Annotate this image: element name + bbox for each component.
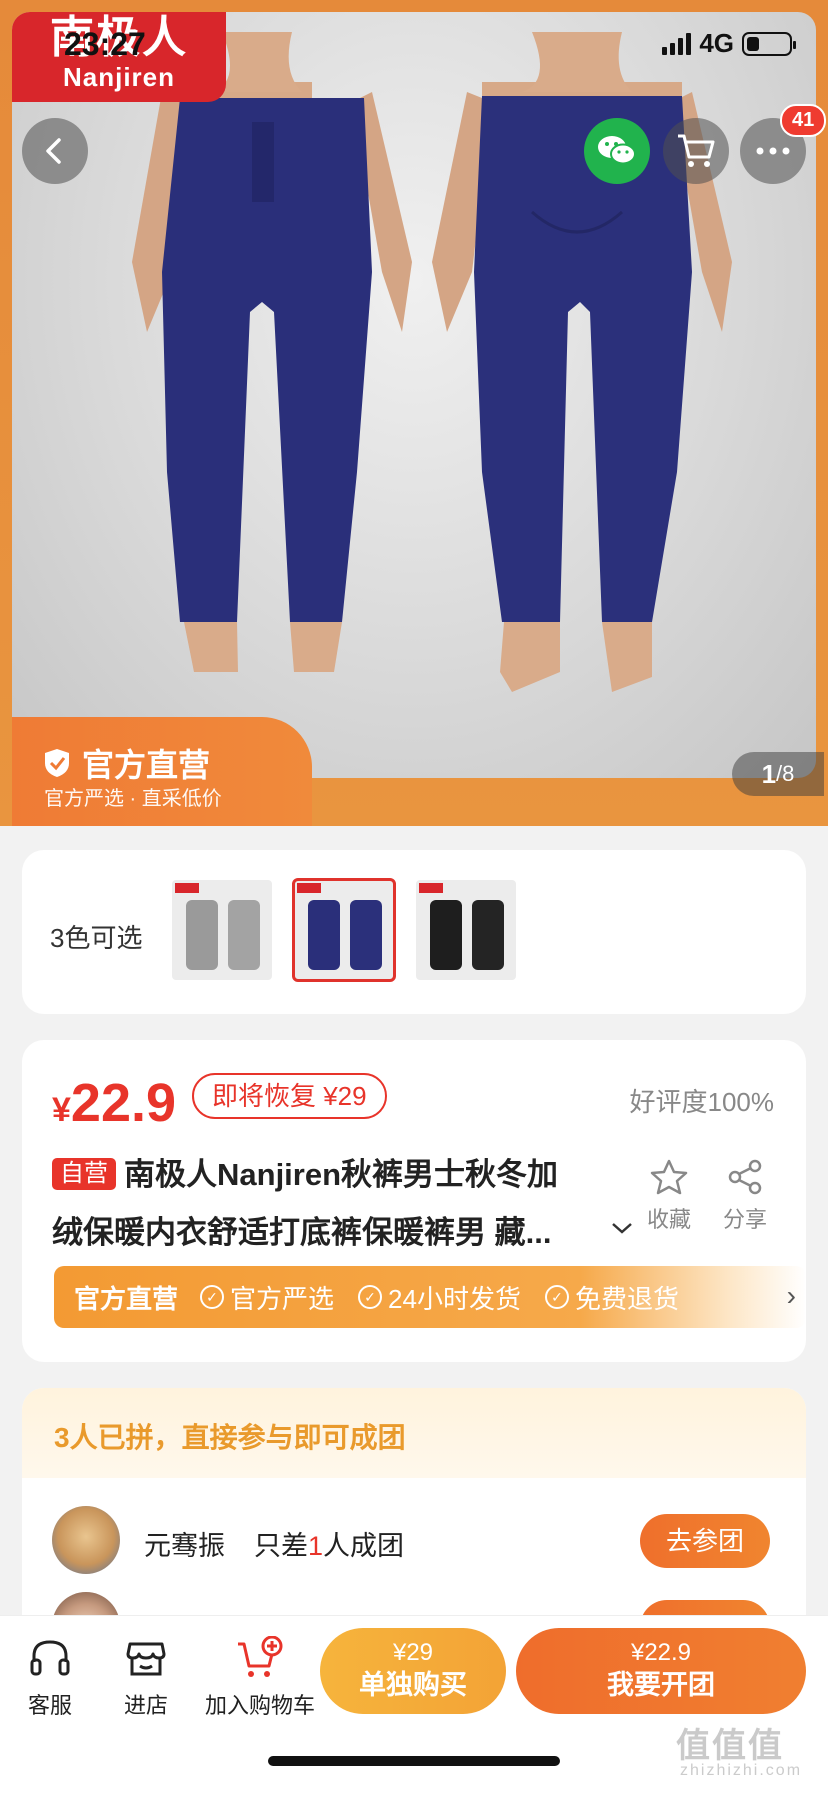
start-group-button[interactable]: ¥22.9 我要开团: [516, 1628, 806, 1714]
price-symbol: ¥: [52, 1091, 71, 1129]
chevron-down-icon[interactable]: [610, 1220, 634, 1236]
check-circle-icon: ✓: [544, 1285, 569, 1309]
check-circle-icon: ✓: [200, 1285, 225, 1309]
product-title[interactable]: 自营 南极人Nanjiren秋裤男士秋冬加 绒保暖内衣舒适打底裤保暖裤男 藏...: [52, 1146, 632, 1262]
color-swatch-navy[interactable]: [292, 878, 396, 982]
buy-alone-price: ¥29: [392, 1639, 434, 1666]
home-indicator: [268, 1756, 560, 1766]
share-icon: [728, 1159, 762, 1195]
product-title-line1: 南极人Nanjiren秋裤男士秋冬加: [124, 1157, 559, 1192]
share-button[interactable]: 分享: [710, 1158, 780, 1234]
watermark: 值值值: [676, 1727, 784, 1765]
buy-alone-button[interactable]: ¥29 单独购买: [320, 1628, 506, 1714]
pager-total: /8: [776, 761, 795, 786]
favorite-button[interactable]: 收藏: [634, 1158, 704, 1234]
store-label: 进店: [123, 1693, 168, 1718]
service-item: ✓ 免费退货: [544, 1279, 679, 1316]
product-info-card: ¥22.9 即将恢复 ¥29 好评度100% 自营 南极人Nanjiren秋裤男士…: [22, 1040, 806, 1362]
group-leader-name: 元骞振: [144, 1531, 225, 1561]
group-buy-header: 3人已拼，直接参与即可成团: [22, 1388, 806, 1478]
buy-alone-label: 单独购买: [359, 1670, 467, 1700]
share-label: 分享: [722, 1207, 767, 1232]
service-main-label: 官方直营: [74, 1283, 179, 1314]
status-indicators: 4G: [662, 28, 796, 59]
cart-button[interactable]: [663, 118, 729, 184]
service-item: ✓ 24小时发货: [358, 1279, 521, 1316]
group-need-text: 只差1人成团: [254, 1531, 405, 1561]
back-button[interactable]: [22, 118, 88, 184]
service-item: ✓ 官方严选: [200, 1279, 334, 1316]
start-group-price: ¥22.9: [630, 1639, 692, 1666]
favorite-label: 收藏: [646, 1207, 691, 1232]
back-icon: [46, 138, 61, 164]
start-group-label: 我要开团: [607, 1670, 715, 1700]
star-icon: [650, 1159, 688, 1195]
chevron-right-icon: ›: [786, 1280, 796, 1311]
watermark-url: zhizhizhi.com: [680, 1762, 803, 1779]
official-subtitle: 官方严选 · 直采低价: [44, 788, 222, 810]
product-title-line2: 绒保暖内衣舒适打底裤保暖裤男 藏...: [52, 1215, 552, 1250]
battery-icon: [742, 31, 796, 56]
rating-text: 好评度100%: [629, 1087, 775, 1117]
pager-current: 1: [761, 758, 777, 789]
color-selector-card: 3色可选: [22, 850, 806, 1014]
official-title-text: 官方直营: [82, 747, 211, 783]
store-icon: [126, 1642, 166, 1676]
add-cart-icon: [238, 1636, 283, 1677]
official-title: 官方直营: [42, 740, 210, 786]
brand-name-en: Nanjiren: [62, 62, 176, 92]
more-icon: [756, 147, 790, 155]
add-to-cart-button[interactable]: 加入购物车: [200, 1636, 320, 1720]
color-swatch-grey[interactable]: [172, 880, 272, 980]
service-guarantee-bar[interactable]: 官方直营 ✓ 官方严选 ✓ 24小时发货 ✓ 免费退货 ›: [54, 1266, 806, 1328]
product-gallery[interactable]: 南极人 Nanjiren 23:27 4G 41 官方直营 官方严选 · 直采低…: [0, 0, 828, 826]
color-swatch-black[interactable]: [416, 880, 516, 980]
shield-check-icon: [45, 749, 69, 777]
status-time: 23:27: [64, 26, 146, 62]
headset-icon: [30, 1640, 70, 1676]
color-count-label: 3色可选: [50, 923, 143, 953]
wechat-icon: [598, 136, 636, 165]
avatar: [52, 1506, 120, 1574]
image-pager: 1 /8: [732, 752, 824, 796]
customer-service-button[interactable]: 客服: [20, 1636, 80, 1720]
check-circle-icon: ✓: [358, 1285, 383, 1309]
add-to-cart-label: 加入购物车: [204, 1693, 315, 1718]
cart-count-badge: 41: [780, 104, 827, 137]
join-group-button[interactable]: 去参团: [640, 1514, 770, 1568]
price-restore-tag: 即将恢复 ¥29: [192, 1073, 387, 1119]
network-type: 4G: [699, 28, 734, 58]
group-row: 元骞振 只差1人成团 去参团: [22, 1506, 806, 1586]
signal-icon: [662, 32, 692, 55]
cart-icon: [678, 134, 715, 167]
customer-service-label: 客服: [27, 1693, 72, 1718]
wechat-share-button[interactable]: [584, 118, 650, 184]
store-button[interactable]: 进店: [116, 1636, 176, 1720]
current-price: ¥22.9: [52, 1072, 176, 1134]
price-value: 22.9: [70, 1073, 177, 1133]
self-operated-tag: 自营: [52, 1158, 116, 1190]
